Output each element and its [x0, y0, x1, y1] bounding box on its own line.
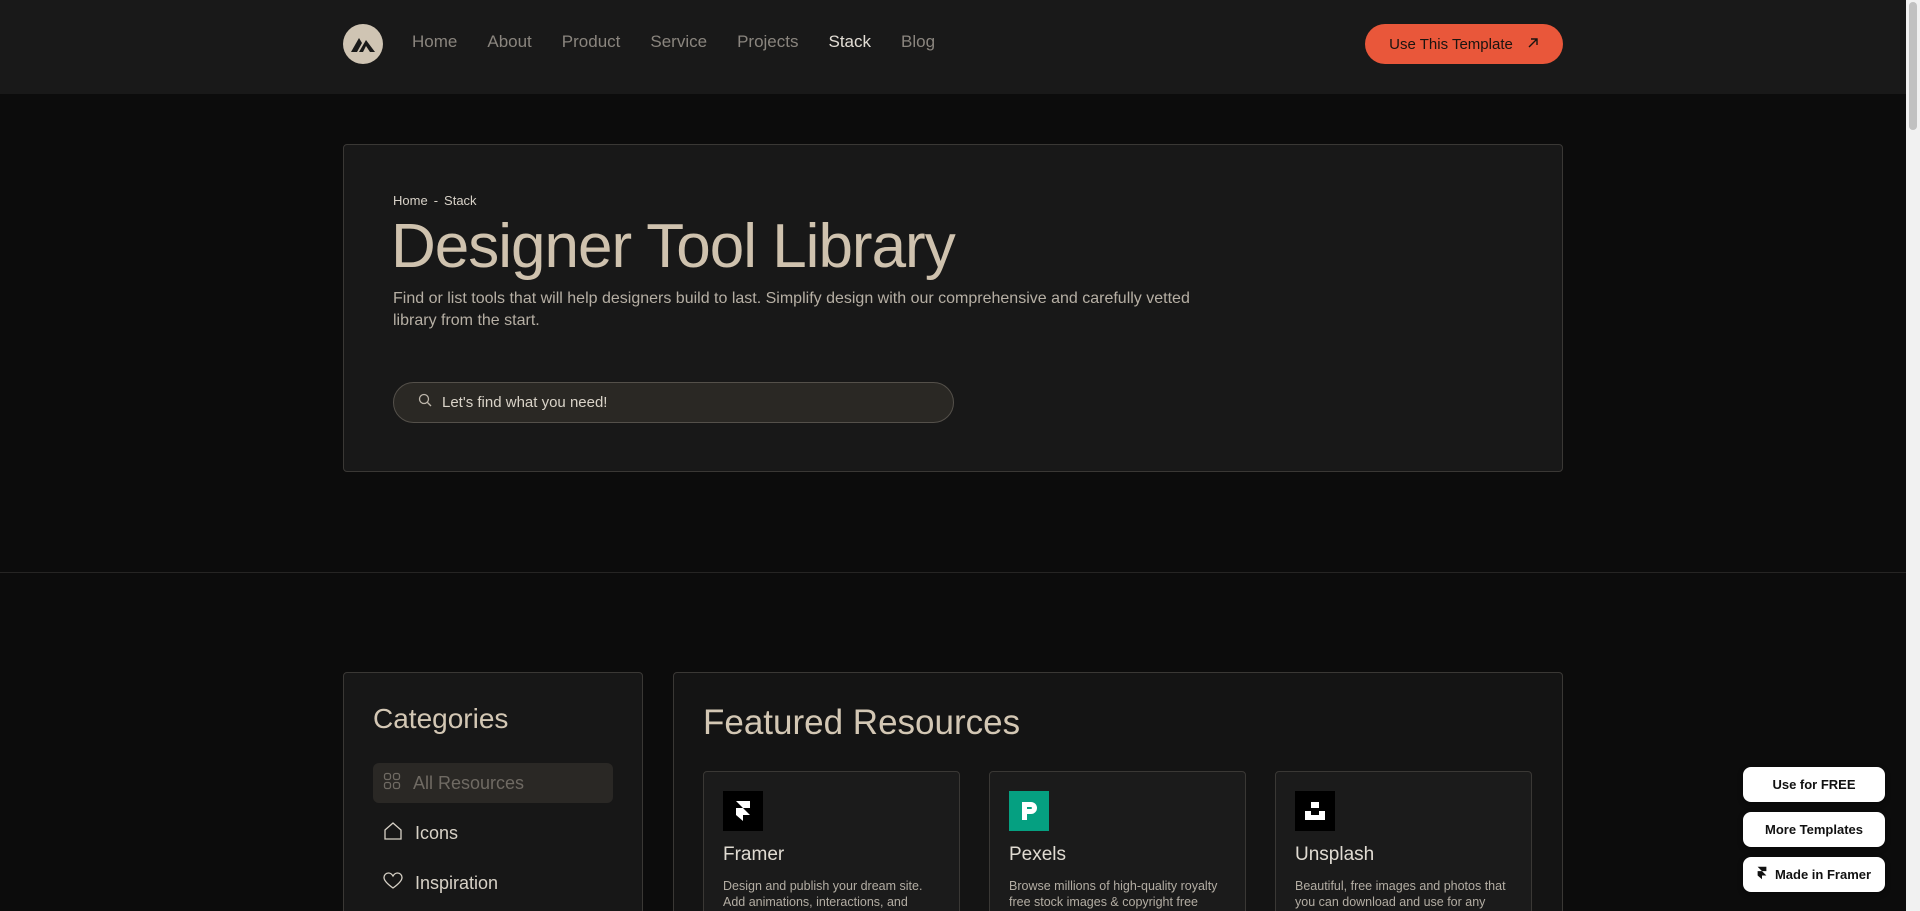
use-for-free-button[interactable]: Use for FREE	[1743, 767, 1885, 802]
heart-icon	[383, 871, 403, 895]
card-description: Design and publish your dream site. Add …	[723, 879, 923, 909]
card-title: Unsplash	[1295, 844, 1375, 865]
framer-icon	[1757, 866, 1767, 883]
made-in-framer-label: Made in Framer	[1774, 867, 1872, 882]
top-nav: Home About Product Service Projects Stac…	[0, 0, 1906, 94]
arrow-up-right-icon	[1527, 36, 1539, 53]
search-bar[interactable]	[393, 382, 954, 423]
nav-link-home[interactable]: Home	[412, 32, 457, 52]
unsplash-logo-icon	[1295, 791, 1335, 831]
category-inspiration[interactable]: Inspiration	[373, 863, 613, 903]
use-template-button[interactable]: Use This Template	[1365, 24, 1563, 64]
page-scrollbar[interactable]	[1906, 0, 1920, 911]
breadcrumb-separator: -	[433, 193, 439, 208]
hero-panel: Home - Stack Designer Tool Library Find …	[343, 144, 1563, 472]
nav-links: Home About Product Service Projects Stac…	[412, 32, 965, 52]
nav-link-product[interactable]: Product	[562, 32, 621, 52]
framer-logo-icon	[723, 791, 763, 831]
nav-link-service[interactable]: Service	[650, 32, 707, 52]
featured-panel: Featured Resources Framer Design and pub…	[673, 672, 1563, 911]
grid-icon	[383, 772, 401, 795]
breadcrumb-stack: Stack	[444, 193, 477, 208]
card-description: Browse millions of high-quality royalty …	[1009, 879, 1218, 909]
nav-link-blog[interactable]: Blog	[901, 32, 935, 52]
categories-panel: Categories All Resources Icons Inspirati…	[343, 672, 643, 911]
brand-logo-icon[interactable]	[343, 24, 383, 64]
category-label: Inspiration	[415, 872, 499, 893]
card-description: Beautiful, free images and photos that y…	[1295, 879, 1506, 909]
card-title: Framer	[723, 844, 785, 865]
pexels-logo-icon	[1009, 791, 1049, 831]
made-in-framer-button[interactable]: Made in Framer	[1743, 857, 1885, 892]
category-label: All Resources	[413, 772, 525, 793]
categories-title: Categories	[373, 703, 509, 734]
search-input[interactable]	[442, 394, 922, 411]
page-description: Find or list tools that will help design…	[393, 290, 1190, 329]
use-for-free-label: Use for FREE	[1772, 777, 1856, 792]
home-icon	[383, 821, 403, 846]
more-templates-label: More Templates	[1764, 822, 1863, 837]
breadcrumb: Home - Stack	[393, 193, 477, 208]
resource-card-framer[interactable]: Framer Design and publish your dream sit…	[703, 771, 960, 911]
category-label: Icons	[415, 822, 459, 843]
breadcrumb-home[interactable]: Home	[393, 193, 428, 208]
page-title: Designer Tool Library	[391, 212, 956, 281]
nav-link-about[interactable]: About	[487, 32, 531, 52]
section-divider	[0, 572, 1906, 573]
category-icons[interactable]: Icons	[373, 813, 613, 853]
nav-link-projects[interactable]: Projects	[737, 32, 798, 52]
resource-card-unsplash[interactable]: Unsplash Beautiful, free images and phot…	[1275, 771, 1532, 911]
resource-card-pexels[interactable]: Pexels Browse millions of high-quality r…	[989, 771, 1246, 911]
search-icon	[418, 393, 432, 412]
use-template-label: Use This Template	[1389, 35, 1513, 53]
scrollbar-thumb[interactable]	[1909, 2, 1917, 130]
more-templates-button[interactable]: More Templates	[1743, 812, 1885, 847]
featured-title: Featured Resources	[703, 703, 1021, 742]
card-title: Pexels	[1009, 844, 1067, 865]
category-all-resources[interactable]: All Resources	[373, 763, 613, 803]
nav-link-stack[interactable]: Stack	[829, 32, 872, 52]
